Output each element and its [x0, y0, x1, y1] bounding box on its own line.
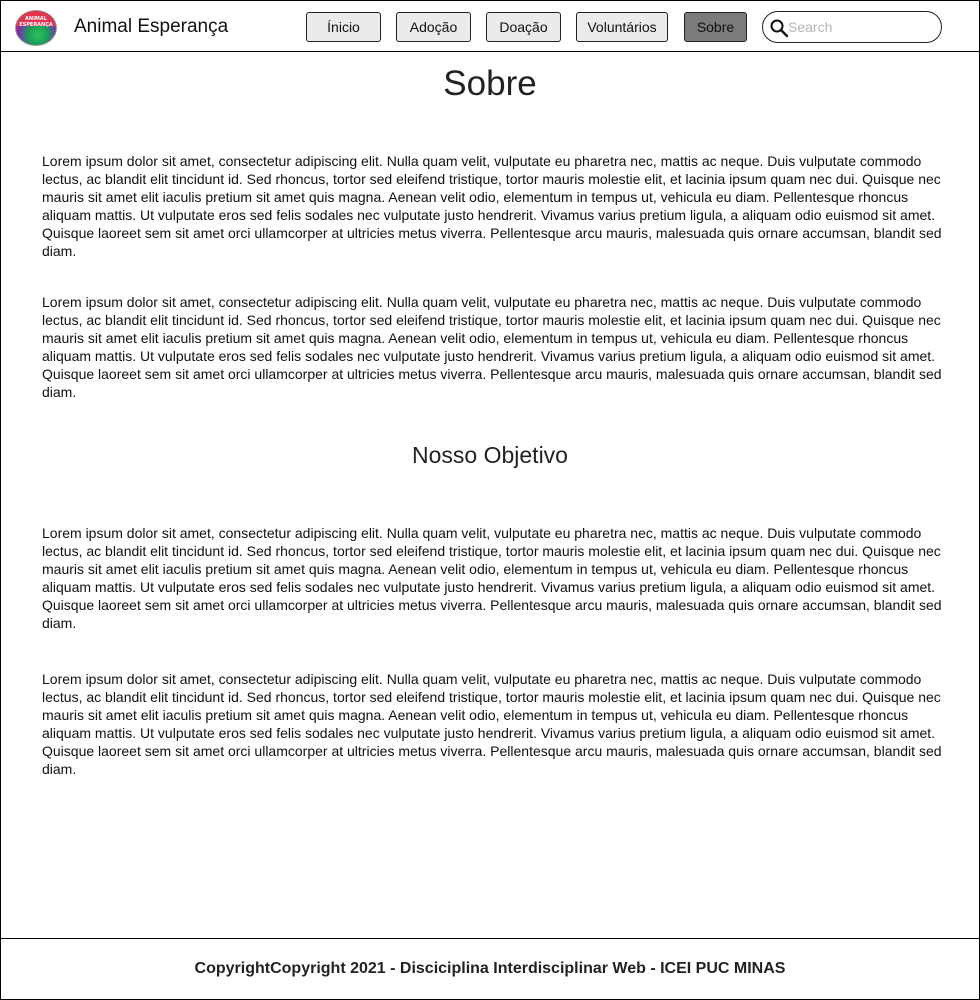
copyright-text: CopyrightCopyright 2021 - Disciciplina I…: [194, 960, 786, 977]
about-paragraph-2: Lorem ipsum dolor sit amet, consectetur …: [42, 294, 942, 400]
objective-paragraph-1: Lorem ipsum dolor sit amet, consectetur …: [42, 525, 942, 631]
objective-paragraph-2: Lorem ipsum dolor sit amet, consectetur …: [42, 671, 942, 777]
page-title: Sobre: [443, 64, 537, 103]
navbar: ANIMAL ESPERANÇA Animal Esperança Ínicio…: [0, 0, 980, 52]
section-title: Nosso Objetivo: [412, 442, 568, 468]
main-content: Sobre Lorem ipsum dolor sit amet, consec…: [0, 52, 980, 938]
nav-doacao-button[interactable]: Doação: [486, 12, 561, 42]
nav-sobre-button[interactable]: Sobre: [684, 12, 747, 42]
search-box[interactable]: [762, 11, 942, 43]
logo-text: ANIMAL ESPERANÇA: [19, 16, 53, 28]
footer: CopyrightCopyright 2021 - Disciciplina I…: [0, 938, 980, 1000]
logo-icon[interactable]: ANIMAL ESPERANÇA: [15, 10, 57, 46]
search-input[interactable]: [788, 17, 933, 37]
about-paragraph-1: Lorem ipsum dolor sit amet, consectetur …: [42, 153, 942, 259]
brand-name[interactable]: Animal Esperança: [74, 16, 228, 38]
nav-voluntarios-button[interactable]: Voluntários: [576, 12, 668, 42]
nav-adocao-button[interactable]: Adoção: [396, 12, 471, 42]
search-icon: [770, 19, 789, 38]
nav-inicio-button[interactable]: Ínicio: [306, 12, 381, 42]
